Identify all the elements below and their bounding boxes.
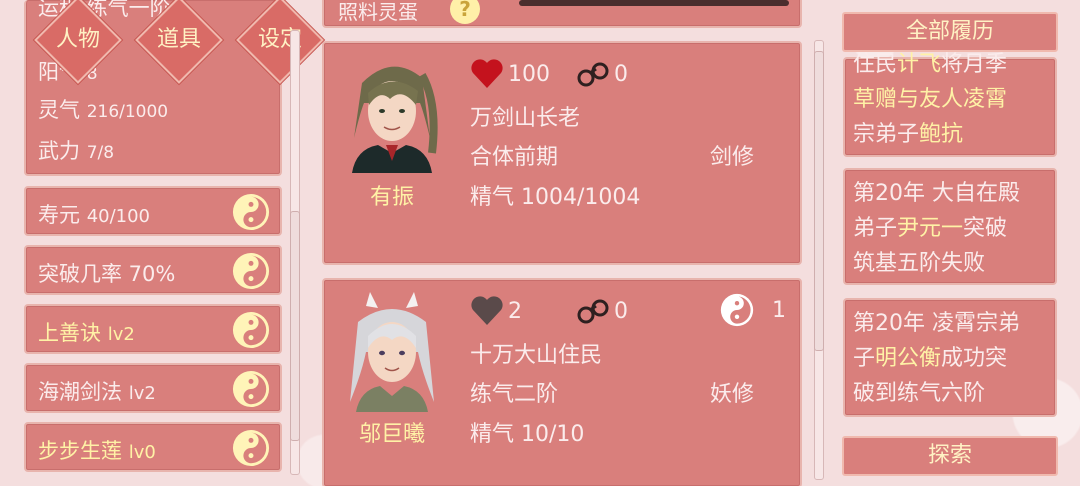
handcuffs-icon <box>577 299 609 324</box>
stat-martial-label: 武力 <box>38 139 80 163</box>
history-header-button[interactable]: 全部履历 <box>842 12 1058 52</box>
affection-value: 2 <box>508 298 522 324</box>
character-realm: 合体前期 <box>470 145 559 170</box>
skill-row-breakthrough[interactable]: 突破几率 70% <box>24 245 282 295</box>
history-entry-text: 第20年 凌霄宗弟 子明公衡成功突 破到练气六阶 <box>853 311 1020 406</box>
yinyang-count: 1 <box>772 297 786 323</box>
bond-badge: 0 <box>576 58 628 90</box>
left-scrollbar[interactable] <box>290 30 300 475</box>
bond-value: 0 <box>614 61 628 87</box>
character-card-2[interactable]: 邬巨曦 2 0 1 十万大山住民 练气二阶 妖修 精气 10/10 <box>322 278 802 486</box>
task-progress-bar <box>519 0 789 6</box>
stat-martial: 武力 7/8 <box>38 135 114 165</box>
left-scrollbar-thumb[interactable] <box>290 211 300 441</box>
history-entry-text: 住民计飞将月季 草赠与友人凌霄 宗弟子鲍抗 <box>853 52 1008 147</box>
middle-scrollbar[interactable] <box>814 40 824 480</box>
skill-label: 步步生莲 lv0 <box>38 439 156 463</box>
skill-label: 海潮剑法 lv2 <box>38 380 156 404</box>
middle-scrollbar-thumb[interactable] <box>814 51 824 351</box>
bond-value: 0 <box>614 298 628 324</box>
task-label: 照料灵蛋 <box>338 0 418 24</box>
history-entry: 住民计飞将月季 草赠与友人凌霄 宗弟子鲍抗 <box>843 52 1057 157</box>
history-entry-text: 第20年 大自在殿 弟子尹元一突破 筑基五阶失败 <box>853 181 1020 276</box>
character-name: 有振 <box>369 185 414 210</box>
portrait-youzhen <box>352 66 438 173</box>
heart-icon <box>471 59 503 88</box>
character-title: 十万大山住民 <box>470 343 603 368</box>
affection-value: 100 <box>508 61 550 87</box>
tab-settings-label: 设定 <box>257 27 302 52</box>
skill-row-shangshan[interactable]: 上善诀 lv2 <box>24 304 282 354</box>
yinyang-icon[interactable] <box>232 252 270 290</box>
skill-label: 寿元 40/100 <box>38 203 151 227</box>
yinyang-icon[interactable] <box>232 311 270 349</box>
stat-martial-value: 7/8 <box>86 143 115 163</box>
question-icon[interactable]: ? <box>450 0 480 24</box>
character-card-1[interactable]: 有振 100 0 万剑山长老 合体前期 剑修 精气 1004/1004 <box>322 41 802 265</box>
affection-badge: 100 <box>470 58 550 90</box>
yinyang-icon <box>720 293 754 327</box>
character-essence: 精气 1004/1004 <box>470 185 641 210</box>
stat-spirit-value: 216/1000 <box>86 102 169 122</box>
bond-badge: 0 <box>576 295 628 327</box>
stat-spirit-label: 灵气 <box>38 98 80 122</box>
skill-label: 上善诀 lv2 <box>38 321 135 345</box>
character-realm: 练气二阶 <box>470 382 559 407</box>
yinyang-icon[interactable] <box>232 429 270 467</box>
character-title: 万剑山长老 <box>470 106 581 131</box>
heart-icon <box>471 296 503 325</box>
history-entry: 第20年 大自在殿 弟子尹元一突破 筑基五阶失败 <box>843 168 1057 285</box>
tab-items-label: 道具 <box>156 27 201 52</box>
character-essence: 精气 10/10 <box>470 422 585 447</box>
character-class: 妖修 <box>710 382 755 407</box>
character-class: 剑修 <box>710 145 755 170</box>
history-entry: 第20年 凌霄宗弟 子明公衡成功突 破到练气六阶 <box>843 298 1057 417</box>
yinyang-icon[interactable] <box>232 193 270 231</box>
yinyang-badge: 1 <box>720 293 786 327</box>
task-row-care-egg[interactable]: 照料灵蛋 ? <box>322 0 802 28</box>
character-name: 邬巨曦 <box>358 422 425 447</box>
skill-label: 突破几率 70% <box>38 262 176 286</box>
yinyang-icon[interactable] <box>232 370 270 408</box>
affection-badge: 2 <box>470 295 522 327</box>
tab-character-label: 人物 <box>55 27 100 52</box>
skill-row-bubushenglian[interactable]: 步步生莲 lv0 <box>24 422 282 472</box>
handcuffs-icon <box>577 62 609 87</box>
portrait-wujuxi <box>350 292 434 412</box>
stat-spirit: 灵气 216/1000 <box>38 94 168 124</box>
skill-row-haichao[interactable]: 海潮剑法 lv2 <box>24 363 282 413</box>
explore-button[interactable]: 探索 <box>842 436 1058 476</box>
skill-row-lifespan[interactable]: 寿元 40/100 <box>24 186 282 236</box>
